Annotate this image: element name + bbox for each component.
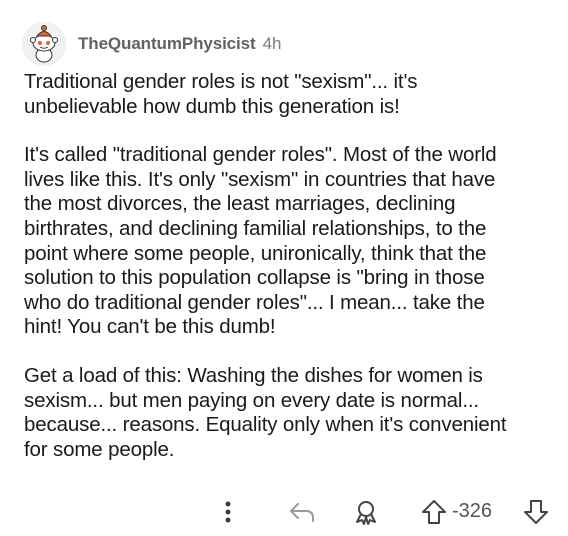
- username-link[interactable]: TheQuantumPhysicist: [78, 34, 256, 54]
- award-button[interactable]: [352, 498, 380, 526]
- comment-action-bar: -326: [0, 494, 568, 530]
- downvote-arrow-icon: [524, 500, 548, 524]
- comment-body: Traditional gender roles is not "sexism"…: [24, 70, 554, 486]
- reply-icon: [290, 503, 314, 522]
- downvote-button[interactable]: [522, 498, 550, 526]
- vote-score: -326: [452, 500, 493, 522]
- award-icon: [356, 501, 376, 525]
- upvote-arrow-icon: [422, 500, 446, 524]
- comment-paragraph-2: It's called "traditional gender roles". …: [24, 143, 497, 339]
- comment-header: TheQuantumPhysicist 4h: [22, 22, 282, 66]
- comment-timestamp: 4h: [262, 34, 282, 53]
- reply-button[interactable]: [286, 498, 318, 526]
- more-options-button[interactable]: [220, 496, 236, 528]
- comment-paragraph-1: Traditional gender roles is not "sexism"…: [24, 70, 418, 118]
- more-options-icon: [225, 501, 231, 523]
- comment-card: TheQuantumPhysicist 4h Traditional gende…: [0, 0, 568, 536]
- snoo-avatar-icon[interactable]: [22, 22, 66, 66]
- comment-paragraph-3: Get a load of this: Washing the dishes f…: [24, 363, 507, 461]
- upvote-button[interactable]: [420, 498, 448, 526]
